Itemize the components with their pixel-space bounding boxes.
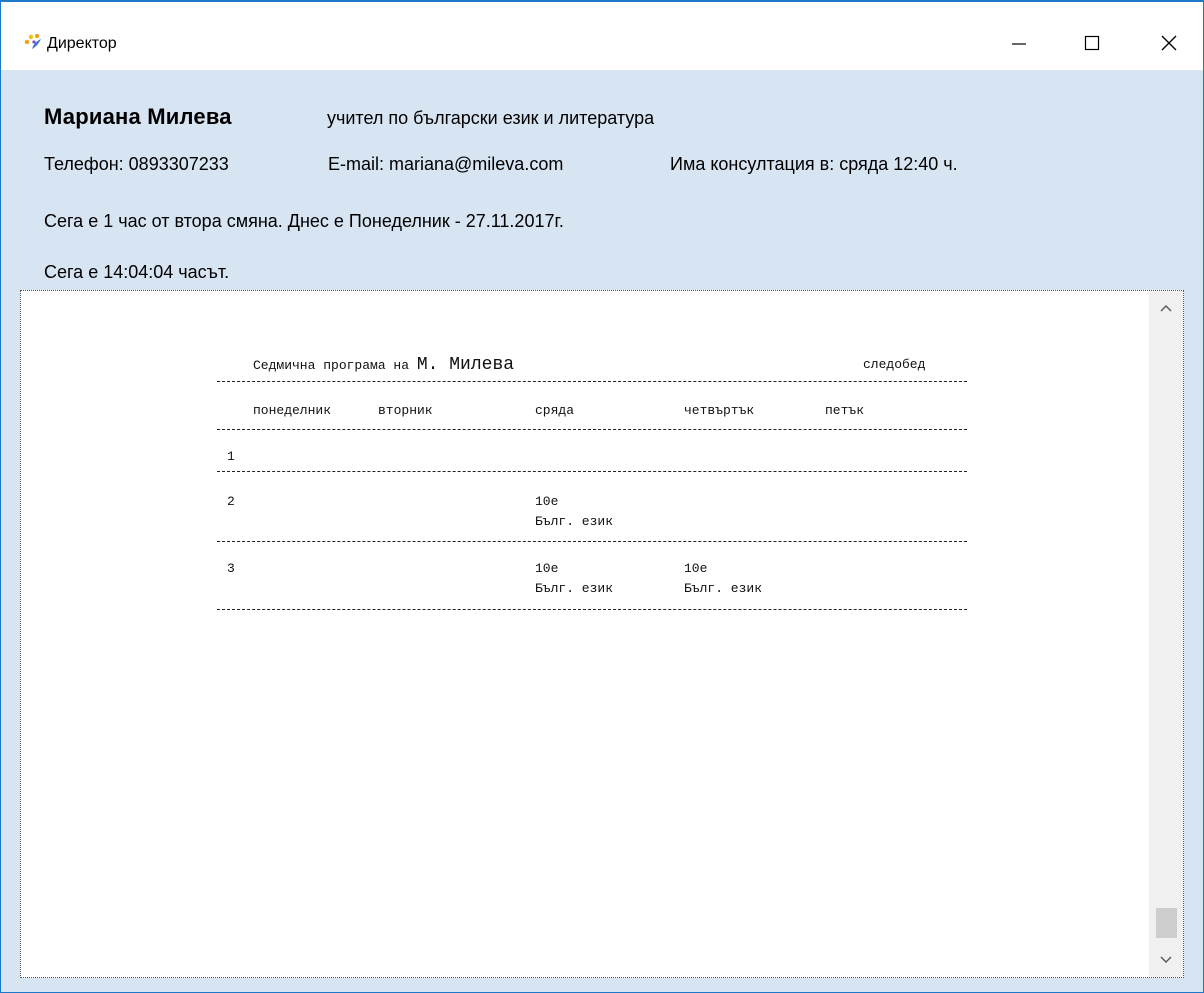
schedule-title-prefix: Седмична програма на	[253, 358, 417, 373]
schedule-subject: Бълг. език	[535, 581, 614, 596]
minimize-icon	[1012, 43, 1026, 45]
time-status-text: Сега е 14:04:04 часът.	[44, 262, 230, 282]
close-button[interactable]	[1146, 16, 1192, 70]
title-bar[interactable]: Директор	[1, 2, 1203, 70]
divider	[217, 429, 967, 430]
day-header-thursday: четвъртък	[684, 403, 755, 418]
day-header-tuesday: вторник	[378, 403, 433, 418]
period-number: 2	[227, 494, 235, 509]
period-status-text: Сега е 1 час от втора смяна. Днес е Поне…	[44, 211, 564, 231]
day-header-friday: петък	[825, 403, 865, 418]
schedule-subject: Бълг. език	[684, 581, 763, 596]
maximize-icon	[1084, 35, 1100, 51]
minimize-button[interactable]	[996, 16, 1042, 70]
maximize-button[interactable]	[1069, 16, 1115, 70]
schedule-document-view[interactable]: Седмична програма на М. Милева следобед …	[20, 290, 1184, 978]
day-header-monday: понеделник	[253, 403, 332, 418]
consultation-text: Има консултация в: сряда 12:40 ч.	[670, 154, 958, 174]
period-number: 3	[227, 561, 235, 576]
day-header-wednesday: сряда	[535, 403, 575, 418]
period-number: 1	[227, 449, 235, 464]
schedule-subject: Бълг. език	[535, 514, 614, 529]
schedule-class: 10е	[535, 561, 559, 576]
email-text: E-mail: mariana@mileva.com	[328, 154, 564, 174]
director-window: Директор Мариана Милева учител по българ…	[0, 0, 1204, 993]
schedule-class: 10е	[684, 561, 708, 576]
teacher-name: Мариана Милева	[44, 104, 232, 129]
schedule-teacher-name: М. Милева	[416, 355, 515, 375]
divider	[217, 541, 967, 542]
schedule-shift: следобед	[863, 357, 926, 372]
schedule-title: Седмична програма на М. Милева	[253, 355, 514, 375]
scroll-up-button[interactable]	[1149, 291, 1183, 325]
chevron-down-icon	[1160, 956, 1172, 963]
divider	[217, 609, 967, 610]
scroll-down-button[interactable]	[1149, 943, 1183, 977]
app-logo-icon	[24, 34, 41, 49]
vertical-scrollbar[interactable]	[1149, 291, 1183, 977]
close-icon	[1161, 35, 1177, 51]
teacher-role: учител по български език и литература	[327, 108, 655, 128]
window-title: Директор	[47, 35, 117, 52]
scroll-thumb[interactable]	[1156, 908, 1177, 938]
divider	[217, 381, 967, 382]
chevron-up-icon	[1160, 305, 1172, 312]
divider	[217, 471, 967, 472]
schedule-class: 10е	[535, 494, 559, 509]
phone-text: Телефон: 0893307233	[44, 154, 229, 174]
